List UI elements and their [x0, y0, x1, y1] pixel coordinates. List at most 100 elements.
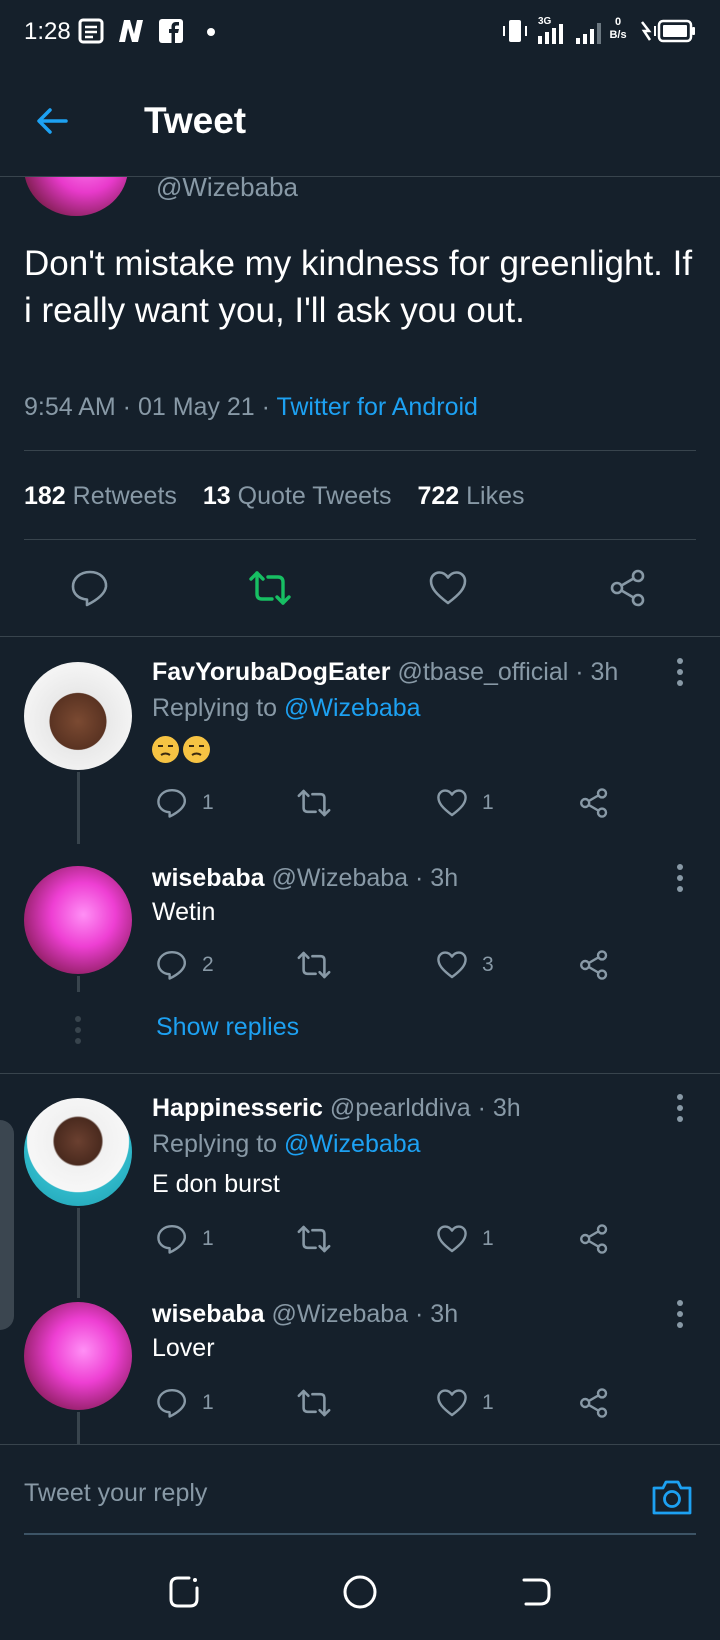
reply-input[interactable]	[24, 1475, 584, 1511]
reply-author-handle[interactable]: @pearlddiva	[330, 1094, 471, 1122]
tweet-source-link[interactable]: Twitter for Android	[276, 393, 477, 421]
like-button[interactable]: 3	[436, 948, 494, 982]
camera-button[interactable]	[650, 1477, 694, 1517]
reply-header: wisebaba @Wizebaba · 3h	[152, 1300, 458, 1329]
battery-charging-icon	[638, 18, 696, 44]
notes-icon	[78, 18, 104, 44]
reply-text	[152, 734, 214, 763]
heart-icon	[429, 571, 467, 605]
reply-author-name[interactable]: wisebaba	[152, 1300, 265, 1328]
reply-author-handle[interactable]: @tbase_official	[397, 658, 568, 686]
replying-to: Replying to @Wizebaba	[152, 694, 421, 723]
reply-icon	[157, 789, 186, 818]
vibrate-icon	[500, 18, 530, 44]
signal-icon	[574, 18, 604, 46]
thread-line	[77, 772, 80, 844]
facebook-icon	[158, 18, 184, 44]
reply-button[interactable]	[70, 568, 110, 608]
reply-count: 2	[202, 953, 214, 976]
reply-avatar[interactable]	[24, 1098, 132, 1206]
quotes-count: 13	[202, 482, 231, 510]
replying-prefix: Replying to	[152, 1130, 285, 1158]
n-app-icon	[116, 18, 146, 44]
reply-author-handle[interactable]: @Wizebaba	[272, 1300, 409, 1328]
retweet-icon	[297, 1225, 331, 1253]
reply-author-name[interactable]: FavYorubaDogEater	[152, 658, 390, 686]
camera-icon	[652, 1480, 692, 1515]
more-options-button[interactable]	[670, 656, 690, 688]
quotes-label: Quote Tweets	[237, 482, 392, 510]
share-icon	[580, 950, 608, 980]
reply-author-handle[interactable]: @Wizebaba	[272, 864, 409, 892]
share-icon	[610, 569, 645, 607]
share-button[interactable]	[578, 786, 610, 820]
reply-avatar[interactable]	[24, 1302, 132, 1410]
reply-author-name[interactable]: wisebaba	[152, 864, 265, 892]
more-options-button[interactable]	[670, 1298, 690, 1330]
share-button[interactable]	[578, 948, 610, 982]
reply-text: Wetin	[152, 898, 216, 926]
retweets-count: 182	[24, 482, 66, 510]
retweet-icon	[297, 951, 331, 979]
likes-label: Likes	[466, 482, 525, 510]
back-button[interactable]	[32, 101, 72, 141]
reply-avatar[interactable]	[24, 662, 132, 770]
replying-to-handle[interactable]: @Wizebaba	[284, 694, 421, 722]
reply-button[interactable]: 1	[156, 786, 214, 820]
share-button[interactable]	[578, 1222, 610, 1256]
divider	[0, 636, 720, 637]
heart-icon	[437, 1389, 467, 1417]
like-button[interactable]: 1	[436, 1386, 494, 1420]
page-title: Tweet	[144, 100, 247, 141]
retweet-button[interactable]	[296, 1222, 332, 1256]
like-button[interactable]: 1	[436, 1222, 494, 1256]
app-header: Tweet	[0, 64, 720, 177]
share-button[interactable]	[608, 568, 648, 608]
reply-count: 1	[202, 791, 214, 814]
divider	[24, 539, 696, 540]
reply-avatar[interactable]	[24, 866, 132, 974]
reply-button[interactable]: 2	[156, 948, 214, 982]
likes-count: 722	[417, 482, 460, 510]
reply-count: 1	[202, 1227, 214, 1250]
retweets-label: Retweets	[72, 482, 177, 510]
share-icon	[580, 1388, 608, 1418]
reply-button[interactable]: 1	[156, 1222, 214, 1256]
unamused-face-emoji	[183, 735, 210, 763]
back-nav-button[interactable]	[516, 1572, 556, 1612]
like-count: 1	[482, 791, 494, 814]
reply-icon	[71, 570, 108, 607]
share-button[interactable]	[578, 1386, 610, 1420]
tweet-stats: 182 Retweets 13 Quote Tweets 722 Likes	[24, 482, 525, 511]
retweet-button[interactable]	[296, 786, 332, 820]
retweet-button[interactable]	[296, 1386, 332, 1420]
reply-button[interactable]: 1	[156, 1386, 214, 1420]
like-button[interactable]: 1	[436, 786, 494, 820]
reply-time: · 3h	[415, 1300, 459, 1328]
data-speed-value: 0	[614, 16, 622, 28]
system-nav-bar	[0, 1544, 720, 1640]
show-replies-link[interactable]: Show replies	[156, 1013, 299, 1042]
signal-3g-icon: 3G	[536, 14, 568, 46]
retweet-button[interactable]	[296, 948, 332, 982]
edge-panel-handle[interactable]	[0, 1120, 14, 1330]
tweet-meta: 9:54 AM · 01 May 21 · Twitter for Androi…	[24, 393, 478, 422]
retweet-icon	[297, 1389, 331, 1417]
replying-to-handle[interactable]: @Wizebaba	[284, 1130, 421, 1158]
thread-line	[77, 1412, 80, 1444]
like-button[interactable]	[428, 568, 468, 608]
reply-author-name[interactable]: Happinesseric	[152, 1094, 323, 1122]
replying-to: Replying to @Wizebaba	[152, 1130, 421, 1159]
likes-stat[interactable]: 722 Likes	[417, 482, 524, 510]
home-circle-icon	[343, 1575, 377, 1609]
retweet-button[interactable]	[248, 568, 291, 608]
more-options-button[interactable]	[670, 862, 690, 894]
retweets-stat[interactable]: 182 Retweets	[24, 482, 177, 510]
home-button[interactable]	[340, 1572, 380, 1612]
divider	[0, 1073, 720, 1074]
recents-button[interactable]	[164, 1572, 204, 1612]
tweet-text: Don't mistake my kindness for greenlight…	[24, 244, 693, 330]
more-options-button[interactable]	[670, 1092, 690, 1124]
recents-icon	[169, 1576, 199, 1608]
quotes-stat[interactable]: 13 Quote Tweets	[203, 482, 392, 510]
